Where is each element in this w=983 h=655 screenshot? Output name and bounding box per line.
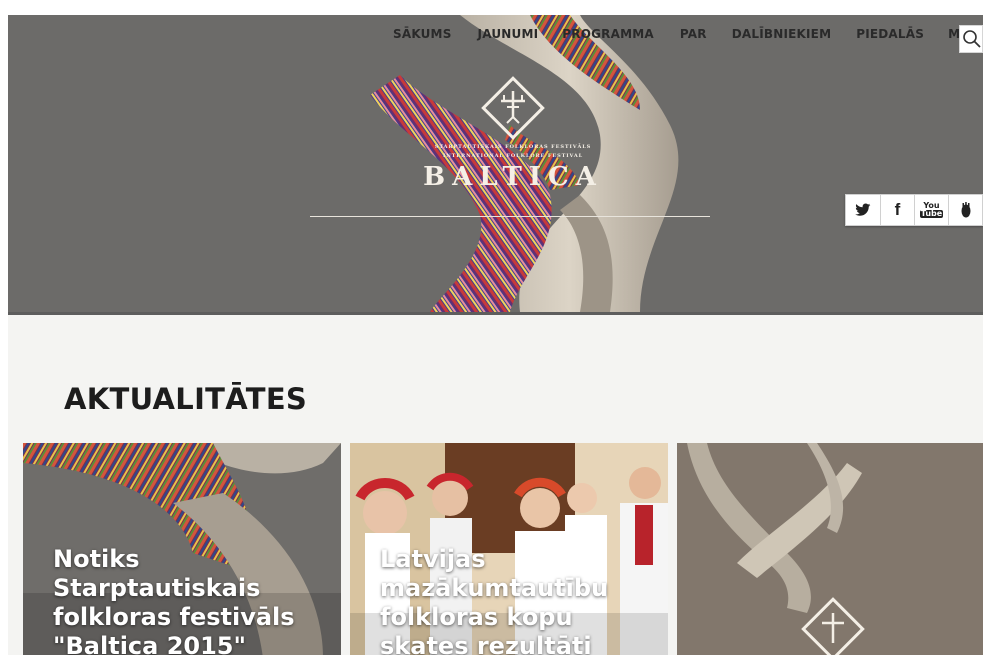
search-button[interactable] xyxy=(959,25,983,53)
news-card[interactable]: Notiks Starptautiskais folkloras festivā… xyxy=(23,443,341,655)
emblem-icon xyxy=(481,76,545,140)
logo-subtitle-en: INTERNATIONAL FOLKLORE FESTIVAL xyxy=(442,153,584,159)
news-section: AKTUALITĀTES Notiks Starptautiskais folk… xyxy=(8,312,983,655)
search-icon xyxy=(963,30,981,48)
nav-item-programma[interactable]: PROGRAMMA xyxy=(562,27,654,41)
youtube-icon-bottom: Tube xyxy=(919,209,944,218)
card-title[interactable]: Latvijas mazākumtautību folkloras kopu s… xyxy=(380,545,650,655)
news-card[interactable] xyxy=(677,443,983,655)
hero-banner: SĀKUMS JAUNUMI PROGRAMMA PAR DALĪBNIEKIE… xyxy=(8,15,983,312)
festival-logo[interactable]: STARPTAUTISKAIS FOLKLORAS FESTIVĀLS INTE… xyxy=(408,73,618,193)
logo-subtitle-lv: STARPTAUTISKAIS FOLKLORAS FESTIVĀLS xyxy=(434,144,592,150)
twitter-icon xyxy=(855,203,871,216)
draugiem-button[interactable] xyxy=(948,195,982,225)
main-nav: SĀKUMS JAUNUMI PROGRAMMA PAR DALĪBNIEKIE… xyxy=(393,27,983,41)
facebook-button[interactable]: f xyxy=(880,195,914,225)
facebook-icon: f xyxy=(894,200,901,219)
card-image xyxy=(677,443,983,655)
section-title: AKTUALITĀTES xyxy=(64,382,308,416)
twitter-button[interactable] xyxy=(846,195,880,225)
draugiem-icon xyxy=(961,202,970,218)
card-title[interactable]: Notiks Starptautiskais folkloras festivā… xyxy=(53,545,323,655)
nav-item-par[interactable]: PAR xyxy=(680,27,707,41)
nav-item-dalibniekiem[interactable]: DALĪBNIEKIEM xyxy=(732,27,832,41)
nav-item-jaunumi[interactable]: JAUNUMI xyxy=(478,27,539,41)
nav-item-sakums[interactable]: SĀKUMS xyxy=(393,27,452,41)
social-bar: f You Tube xyxy=(845,194,983,226)
hero-divider xyxy=(310,216,710,217)
logo-name: BALTICA xyxy=(423,162,603,192)
youtube-button[interactable]: You Tube xyxy=(914,195,948,225)
news-card[interactable]: Latvijas mazākumtautību folkloras kopu s… xyxy=(350,443,668,655)
nav-item-piedalas[interactable]: PIEDALĀS xyxy=(856,27,924,41)
